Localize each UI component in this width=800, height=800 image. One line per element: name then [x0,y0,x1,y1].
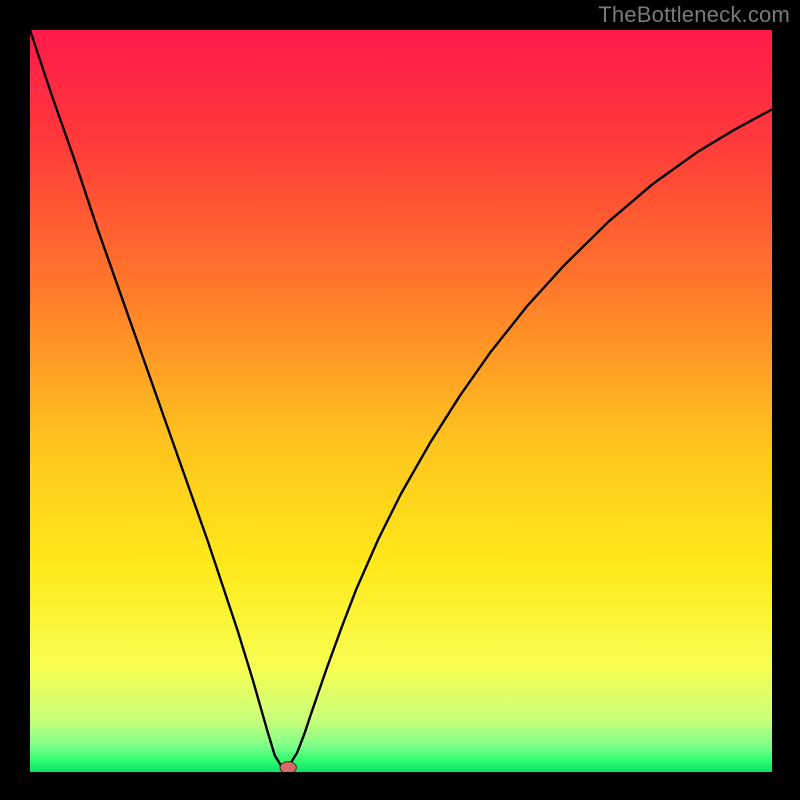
watermark-text: TheBottleneck.com [598,2,790,28]
plot-area [30,30,772,772]
minimum-marker [280,762,296,772]
chart-frame: TheBottleneck.com [0,0,800,800]
gradient-background [30,30,772,772]
bottleneck-chart [30,30,772,772]
